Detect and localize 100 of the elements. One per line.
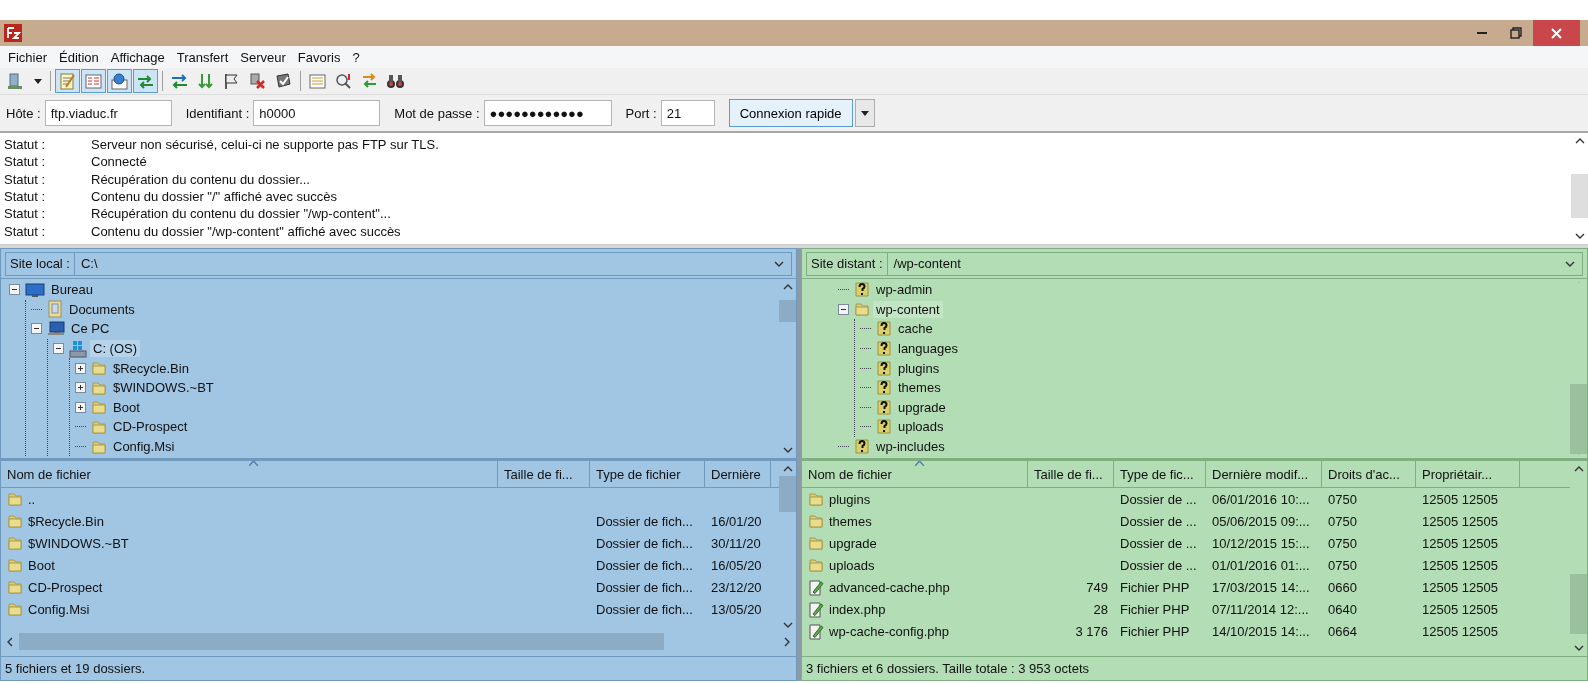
tree-item[interactable]: CD-Prospect <box>110 418 191 436</box>
scrollbar-thumb[interactable] <box>19 633 665 650</box>
tree-item[interactable]: Config.Msi <box>110 438 178 456</box>
tree-item[interactable]: languages <box>895 340 961 358</box>
tree-item[interactable]: cache <box>895 320 936 338</box>
quickconnect-button[interactable]: Connexion rapide <box>728 99 853 127</box>
tree-item[interactable]: themes <box>895 379 944 397</box>
tree-item[interactable]: C: (OS) <box>90 340 141 358</box>
close-button[interactable] <box>1533 20 1580 46</box>
file-name[interactable]: uploads <box>829 557 875 573</box>
tree-item[interactable]: wp-admin <box>873 281 936 299</box>
file-name[interactable]: .. <box>28 491 36 507</box>
modified-date: 13/05/20 <box>711 601 762 617</box>
folder-icon <box>808 513 824 529</box>
drive-icon <box>69 339 87 358</box>
column-header[interactable]: Dernière <box>705 461 771 488</box>
tree-item[interactable]: $WINDOWS.~BT <box>110 379 217 397</box>
file-name[interactable]: index.php <box>829 601 886 617</box>
file-name[interactable]: wp-cache-config.php <box>829 623 949 639</box>
collapse-toggle[interactable] <box>9 284 20 296</box>
collapse-toggle[interactable] <box>53 343 64 355</box>
input-field[interactable]: ftp.viaduc.fr <box>44 100 172 126</box>
scrollbar-thumb[interactable] <box>1570 383 1587 454</box>
scrollbar-thumb[interactable] <box>779 476 796 512</box>
logo-icon <box>4 24 22 42</box>
modified-date: 30/11/20 <box>711 535 761 551</box>
permissions: 0750 <box>1328 557 1357 573</box>
permissions: 0660 <box>1328 579 1357 595</box>
file-name[interactable]: themes <box>829 513 872 529</box>
dropdown-button[interactable] <box>854 99 875 127</box>
tree-item[interactable]: $Recycle.Bin <box>110 359 192 377</box>
folder-icon <box>7 557 23 573</box>
file-name[interactable]: $WINDOWS.~BT <box>28 535 129 551</box>
minimize-icon <box>1477 32 1487 34</box>
file-name[interactable]: $Recycle.Bin <box>28 513 104 529</box>
log-label: Statut : <box>4 189 47 205</box>
file-name[interactable]: advanced-cache.php <box>829 579 950 595</box>
tree-item[interactable]: wp-content <box>873 300 943 318</box>
down-arrows-icon <box>196 71 215 91</box>
path-field[interactable]: /wp-content <box>886 251 1583 276</box>
modified-date: 01/01/2016 01:... <box>1212 557 1310 573</box>
column-header[interactable]: Taille de fi... <box>1028 461 1114 488</box>
file-name[interactable]: upgrade <box>829 535 877 551</box>
column-header[interactable]: Type de fichier <box>590 461 705 488</box>
column-header[interactable]: Nom de fichier <box>802 461 1028 488</box>
file-name[interactable]: plugins <box>829 491 871 507</box>
menu-item[interactable]: Serveur <box>234 49 292 65</box>
caret-icon <box>860 110 869 116</box>
tree-item[interactable]: wp-includes <box>873 438 948 456</box>
folder-icon <box>808 557 824 573</box>
file-name[interactable]: Boot <box>28 557 55 573</box>
menu-item[interactable]: Édition <box>53 49 105 65</box>
tree-item[interactable]: Bureau <box>48 281 96 299</box>
menu-item[interactable]: Transfert <box>170 49 235 65</box>
collapse-toggle[interactable] <box>31 323 42 335</box>
menu-item[interactable]: ? <box>346 49 366 65</box>
file-name[interactable]: Config.Msi <box>28 601 90 617</box>
tree-item[interactable]: Ce PC <box>68 320 113 338</box>
log-message: Récupération du contenu du dossier "/wp-content"... <box>91 206 391 222</box>
input-field[interactable]: 21 <box>660 100 715 126</box>
input-field[interactable]: h0000 <box>253 100 381 126</box>
tree-item[interactable]: Documents <box>66 300 138 318</box>
field-label: Mot de passe : <box>394 105 480 121</box>
menu-item[interactable]: Favoris <box>291 49 347 65</box>
file-type: Dossier de fich... <box>596 557 693 573</box>
tree-item[interactable]: upgrade <box>895 398 949 416</box>
file-name[interactable]: CD-Prospect <box>28 579 103 595</box>
path-field[interactable]: C:\ <box>74 251 792 276</box>
collapse-toggle[interactable] <box>838 303 849 315</box>
column-header[interactable]: Dernière modif... <box>1206 461 1322 488</box>
cross-icon <box>248 71 267 91</box>
menu-item[interactable]: Fichier <box>2 49 53 65</box>
file-type: Fichier PHP <box>1120 623 1190 639</box>
tree-item[interactable]: uploads <box>895 418 947 436</box>
column-header[interactable]: Type de fic... <box>1114 461 1206 488</box>
toolbar-button[interactable] <box>107 69 132 93</box>
column-header[interactable]: Taille de fi... <box>498 461 590 488</box>
expand-toggle[interactable] <box>75 382 86 394</box>
permissions: 0750 <box>1328 491 1357 507</box>
vertical-scrollbar[interactable] <box>1570 279 1587 458</box>
question-folder-icon <box>854 438 870 456</box>
menu-item[interactable]: Affichage <box>104 49 171 65</box>
document-pencil-icon <box>808 622 824 640</box>
tree-item[interactable]: Boot <box>110 398 143 416</box>
scrollbar-thumb[interactable] <box>1571 174 1588 218</box>
expand-toggle[interactable] <box>75 362 86 374</box>
log-message: Contenu du dossier "/wp-content" affiché avec succès <box>91 223 401 239</box>
column-header[interactable]: Propriétair... <box>1416 461 1520 488</box>
owner: 12505 12505 <box>1422 491 1498 507</box>
scrollbar-thumb[interactable] <box>1570 574 1587 634</box>
column-header[interactable]: Nom de fichier <box>1 461 498 488</box>
expand-toggle[interactable] <box>75 401 86 413</box>
column-header[interactable]: Droits d'ac... <box>1322 461 1416 488</box>
input-field[interactable]: ●●●●●●●●●●●● <box>483 100 612 126</box>
chevron-left-icon <box>5 636 15 647</box>
tree-item[interactable]: plugins <box>895 359 943 377</box>
owner: 12505 12505 <box>1422 513 1498 529</box>
monitor-icon <box>25 281 45 298</box>
document-pencil-icon <box>808 600 824 618</box>
scrollbar-thumb[interactable] <box>779 300 796 322</box>
